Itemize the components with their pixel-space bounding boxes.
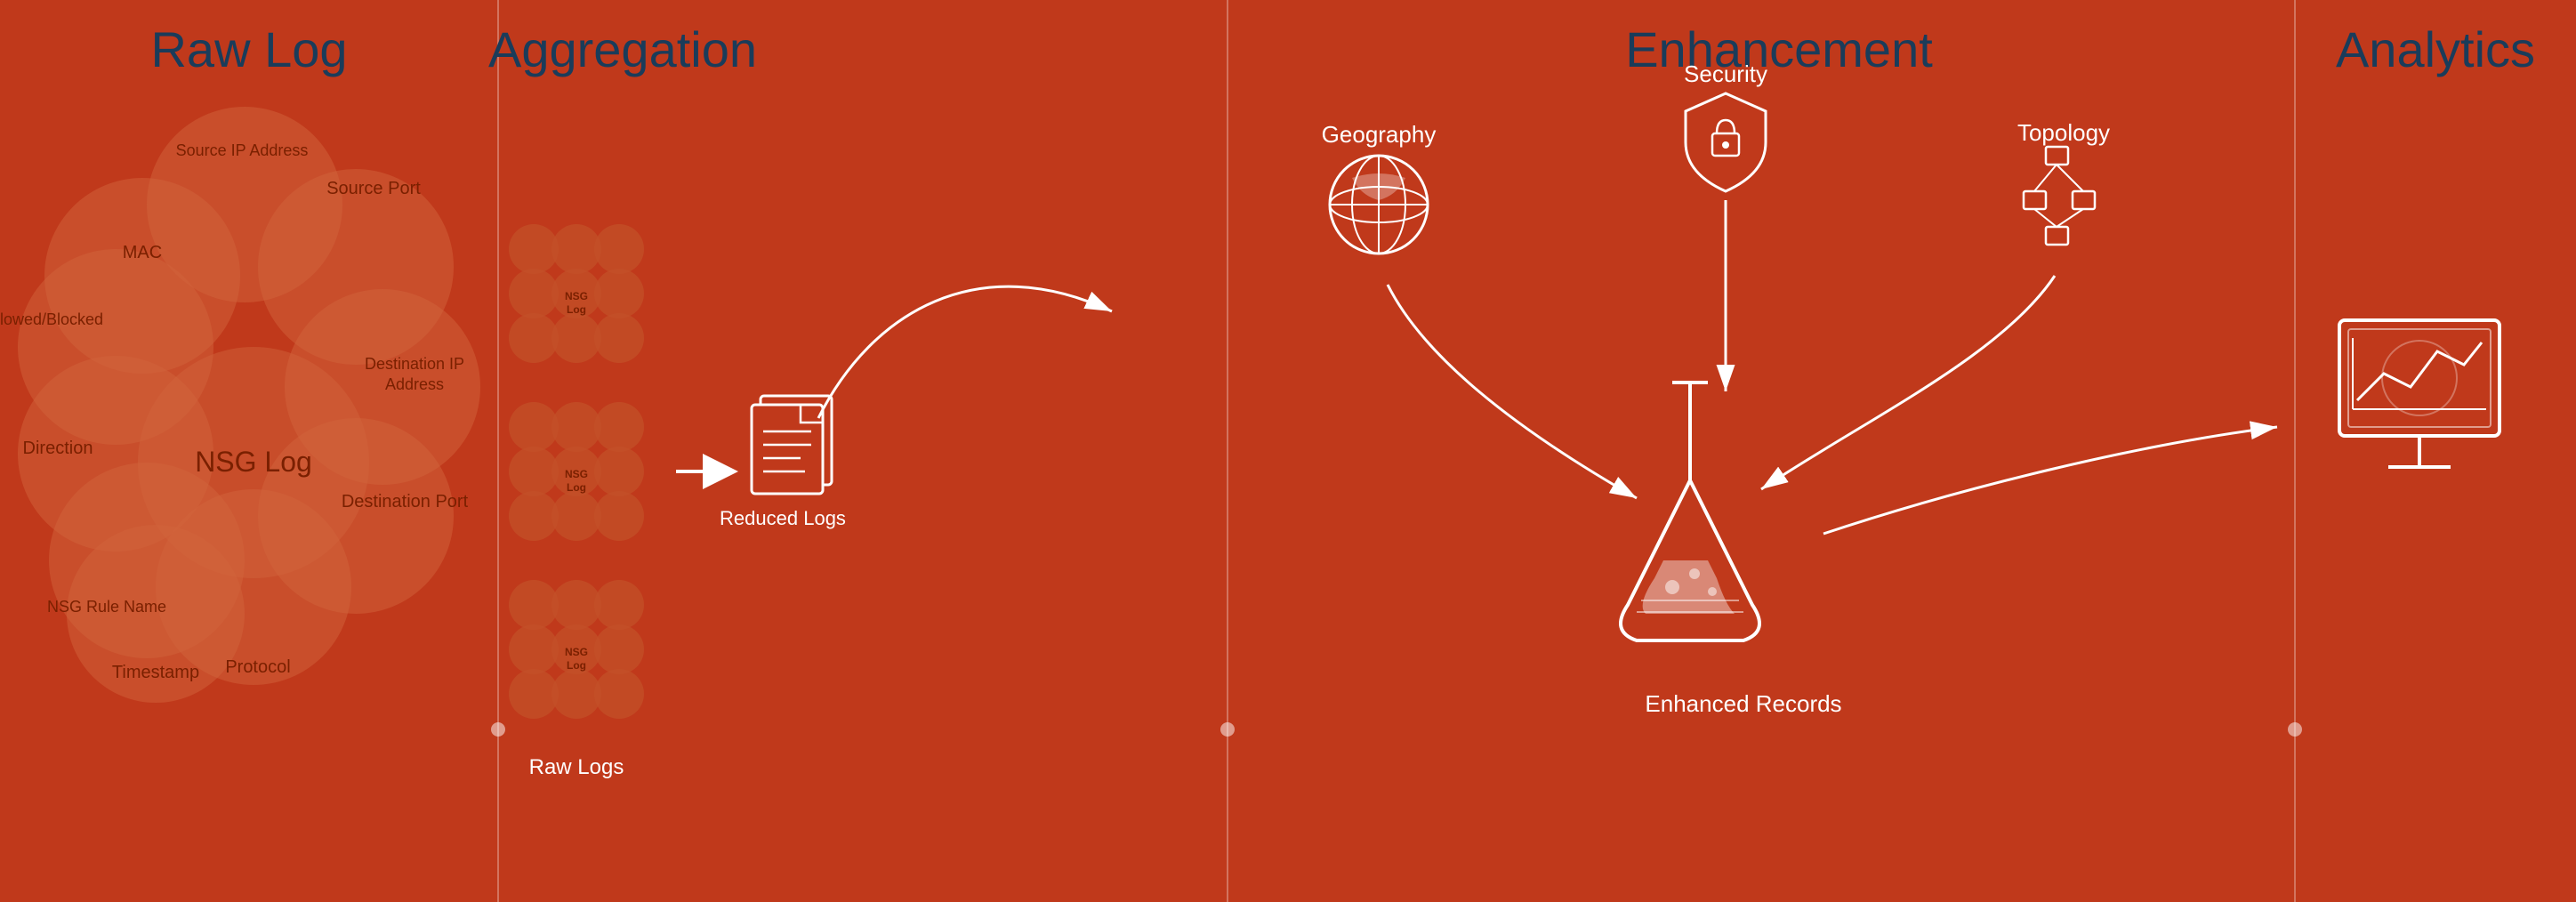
analytics-title: Analytics bbox=[2336, 21, 2535, 77]
raw-log-title: Raw Log bbox=[150, 21, 347, 77]
svg-text:Log: Log bbox=[567, 303, 586, 316]
circle-allowed bbox=[18, 249, 213, 445]
divider-dot-mid bbox=[1220, 722, 1235, 737]
icon-geography bbox=[1330, 156, 1428, 254]
reduced-logs-label: Reduced Logs bbox=[720, 507, 846, 529]
log-stack-1: NSG Log bbox=[509, 224, 644, 363]
svg-text:NSG: NSG bbox=[565, 290, 588, 302]
svg-text:NSG: NSG bbox=[565, 646, 588, 658]
label-dest-ip-2: Address bbox=[385, 375, 444, 393]
label-mac: MAC bbox=[123, 243, 162, 262]
label-source-ip: Source IP Address bbox=[176, 141, 309, 159]
aggregation-title: Aggregation bbox=[488, 21, 757, 77]
label-dest-port: Destination Port bbox=[342, 492, 469, 511]
label-source-port: Source Port bbox=[326, 179, 421, 198]
label-topology: Topology bbox=[2017, 119, 2110, 146]
reduced-logs-icon bbox=[752, 396, 832, 494]
enhancement-title: Enhancement bbox=[1625, 21, 1933, 77]
log-stack-3: NSG Log bbox=[509, 580, 644, 719]
label-timestamp: Timestamp bbox=[112, 663, 199, 682]
label-security: Security bbox=[1684, 60, 1767, 87]
label-allowed: Allowed/Blocked bbox=[0, 310, 103, 328]
raw-logs-label: Raw Logs bbox=[529, 755, 624, 779]
label-nsg-rule: NSG Rule Name bbox=[47, 598, 166, 616]
label-protocol: Protocol bbox=[225, 657, 290, 677]
svg-text:Log: Log bbox=[567, 659, 586, 672]
divider-dot-left bbox=[491, 722, 505, 737]
svg-text:NSG: NSG bbox=[565, 468, 588, 480]
label-direction: Direction bbox=[23, 439, 93, 458]
enhanced-records-label: Enhanced Records bbox=[1645, 690, 1841, 717]
label-nsg-log: NSG Log bbox=[195, 446, 312, 478]
label-geography: Geography bbox=[1322, 121, 1437, 148]
svg-text:Log: Log bbox=[567, 481, 586, 494]
label-dest-ip-1: Destination IP bbox=[365, 355, 464, 373]
divider-dot-right bbox=[2288, 722, 2302, 737]
log-stack-2: NSG Log bbox=[509, 402, 644, 541]
